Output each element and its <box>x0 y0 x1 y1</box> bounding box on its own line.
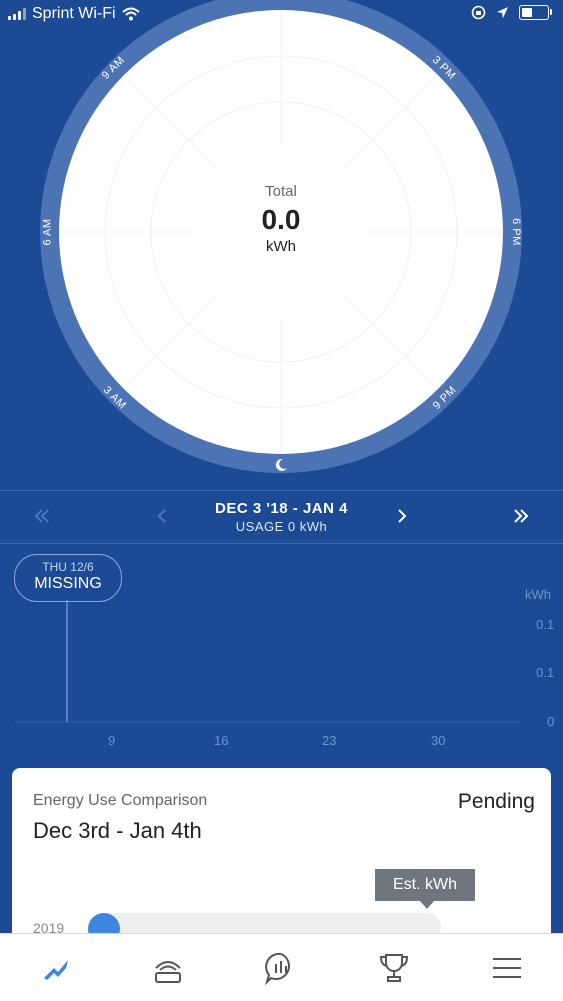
x-tick: 9 <box>108 733 116 748</box>
x-tick: 23 <box>322 733 337 748</box>
moon-icon <box>275 458 287 471</box>
card-date-range: Dec 3rd - Jan 4th <box>33 818 202 843</box>
next-period-icon[interactable] <box>391 505 413 527</box>
total-label: Total <box>265 183 297 200</box>
usage-chart-icon[interactable] <box>36 948 76 988</box>
y-tick: 0.1 <box>536 617 555 632</box>
card-status: Pending <box>457 790 535 813</box>
tab-bar <box>0 933 563 1001</box>
hour-label-6am: 6 AM <box>41 218 54 246</box>
menu-icon[interactable] <box>487 948 527 988</box>
selected-day-marker[interactable]: THU 12/6 MISSING <box>14 554 122 602</box>
total-unit: kWh <box>266 238 296 255</box>
estimate-tooltip: Est. kWh <box>375 869 475 909</box>
card-title: Energy Use Comparison <box>33 792 208 809</box>
last-period-icon[interactable] <box>510 505 532 527</box>
selected-day-date: THU 12/6 <box>42 560 94 574</box>
x-tick: 30 <box>431 733 446 748</box>
y-axis-unit: kWh <box>525 587 551 602</box>
period-date-range: DEC 3 '18 - JAN 4 <box>215 500 348 517</box>
meter-icon[interactable] <box>148 948 188 988</box>
chat-icon[interactable] <box>261 948 301 988</box>
period-navigator: DEC 3 '18 - JAN 4 USAGE 0 kWh <box>0 490 563 544</box>
y-tick: 0.1 <box>536 665 555 680</box>
total-value: 0.0 <box>261 204 301 235</box>
selected-day-status: MISSING <box>34 575 102 592</box>
y-tick: 0 <box>547 714 555 729</box>
daily-usage-chart: THU 12/6 MISSING kWh 0.1 0.1 0 9 16 23 3… <box>0 542 563 756</box>
period-usage: USAGE 0 kWh <box>235 519 328 534</box>
x-tick: 16 <box>214 733 229 748</box>
total-usage-center: Total 0.0 kWh <box>196 147 366 317</box>
trophy-icon[interactable] <box>374 948 414 988</box>
hour-label-6pm: 6 PM <box>509 218 522 246</box>
